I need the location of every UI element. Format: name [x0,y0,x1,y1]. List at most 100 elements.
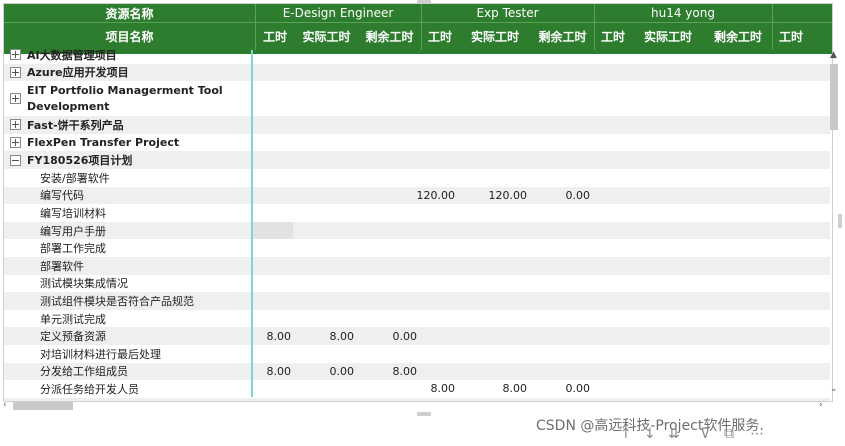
value-cell[interactable] [295,204,354,222]
value-cell[interactable] [295,275,354,293]
value-cell[interactable] [255,275,291,293]
value-cell[interactable] [704,310,768,328]
expand-all-icon[interactable]: ⇊ [668,426,680,442]
value-cell[interactable] [594,81,628,116]
resource-group-header[interactable]: E-Design Engineer [255,4,421,22]
focus-mode-icon[interactable]: ⧉ [724,426,734,442]
value-cell[interactable] [421,46,455,64]
value-cell[interactable] [594,380,628,398]
value-cell[interactable] [358,345,417,363]
value-cell[interactable] [531,292,590,310]
scroll-up-icon[interactable]: ▲ [830,50,837,60]
value-cell[interactable] [358,292,417,310]
value-cell[interactable] [772,204,806,222]
value-cell[interactable] [459,310,527,328]
value-cell[interactable] [772,363,806,381]
value-cell[interactable] [358,222,417,240]
project-row[interactable]: Azure应用开发项目 [4,63,830,82]
value-cell[interactable] [358,275,417,293]
value-cell[interactable] [421,363,455,381]
task-row[interactable]: 编写代码 120.00 120.00 0.00 [4,186,830,205]
value-cell[interactable] [358,239,417,257]
expand-plus-icon[interactable] [10,137,21,149]
value-cell[interactable]: 120.00 [459,187,528,205]
value-cell[interactable] [772,380,806,398]
value-cell[interactable]: 8.00 [421,380,456,398]
value-cell[interactable] [632,327,700,345]
value-cell[interactable] [459,327,527,345]
value-cell[interactable] [459,257,527,275]
value-cell[interactable] [531,239,590,257]
value-cell[interactable] [632,169,700,187]
value-cell[interactable] [358,64,417,82]
task-row[interactable]: 编写培训材料 [4,204,830,222]
value-cell[interactable] [358,380,417,398]
value-cell[interactable] [531,204,590,222]
value-cell[interactable] [632,204,700,222]
value-cell[interactable] [255,204,291,222]
value-cell[interactable]: 0.00 [531,380,591,398]
value-cell[interactable] [295,239,354,257]
value-cell[interactable] [704,363,768,381]
value-cell[interactable] [459,134,527,152]
value-cell[interactable] [459,345,527,363]
resource-group-header[interactable]: hu14 yong [594,4,772,22]
value-cell[interactable] [459,222,527,240]
value-cell[interactable] [704,46,768,64]
task-row[interactable]: 分发给工作组成员 8.00 0.00 8.00 [4,362,830,381]
value-cell[interactable]: 8.00 [255,363,292,381]
value-cell[interactable] [594,275,628,293]
value-cell[interactable] [594,239,628,257]
value-cell[interactable]: 0.00 [358,327,418,345]
value-cell[interactable] [295,151,354,169]
value-cell[interactable]: 0.00 [531,187,591,205]
value-cell[interactable] [772,239,806,257]
resize-handle-right[interactable] [838,214,842,228]
value-cell[interactable] [255,134,291,152]
value-cell[interactable] [255,292,291,310]
value-cell[interactable] [772,310,806,328]
value-cell[interactable] [255,116,291,134]
value-cell[interactable] [632,239,700,257]
value-cell[interactable] [295,46,354,64]
value-cell[interactable]: 0.00 [295,363,355,381]
value-cell[interactable] [459,169,527,187]
task-row[interactable]: 测试模块集成情况 [4,275,830,293]
value-cell[interactable]: 8.00 [358,363,418,381]
value-cell[interactable] [704,292,768,310]
value-cell[interactable] [594,116,628,134]
project-row[interactable]: FY180526项目计划 [4,151,830,169]
expand-plus-icon[interactable] [10,66,21,78]
value-cell[interactable] [358,81,417,116]
value-cell[interactable] [421,169,455,187]
value-cell[interactable] [421,327,455,345]
value-cell[interactable] [295,257,354,275]
value-cell[interactable] [594,257,628,275]
value-cell[interactable] [459,239,527,257]
value-cell[interactable] [531,116,590,134]
value-cell[interactable] [772,46,806,64]
value-cell[interactable] [531,134,590,152]
horizontal-scroll-thumb[interactable] [13,402,73,410]
project-row[interactable]: AI大数据管理项目 [4,46,830,64]
value-cell[interactable] [632,363,700,381]
value-cell[interactable] [632,187,700,205]
drill-down-icon[interactable]: ↓ [644,426,656,442]
value-cell[interactable] [594,64,628,82]
task-row[interactable]: 安装/部署软件 [4,169,830,187]
value-cell[interactable] [531,169,590,187]
project-row[interactable]: Fast-饼干系列产品 [4,116,830,134]
expand-plus-icon[interactable] [10,93,21,105]
value-cell[interactable] [255,187,291,205]
value-cell[interactable] [594,345,628,363]
value-cell[interactable] [421,204,455,222]
value-cell[interactable] [459,292,527,310]
value-cell[interactable] [772,81,806,116]
value-cell[interactable] [704,204,768,222]
value-cell[interactable] [295,310,354,328]
value-cell[interactable] [594,134,628,152]
value-cell[interactable] [358,116,417,134]
value-cell[interactable] [421,81,455,116]
value-cell[interactable]: 8.00 [295,327,355,345]
value-cell[interactable] [704,257,768,275]
